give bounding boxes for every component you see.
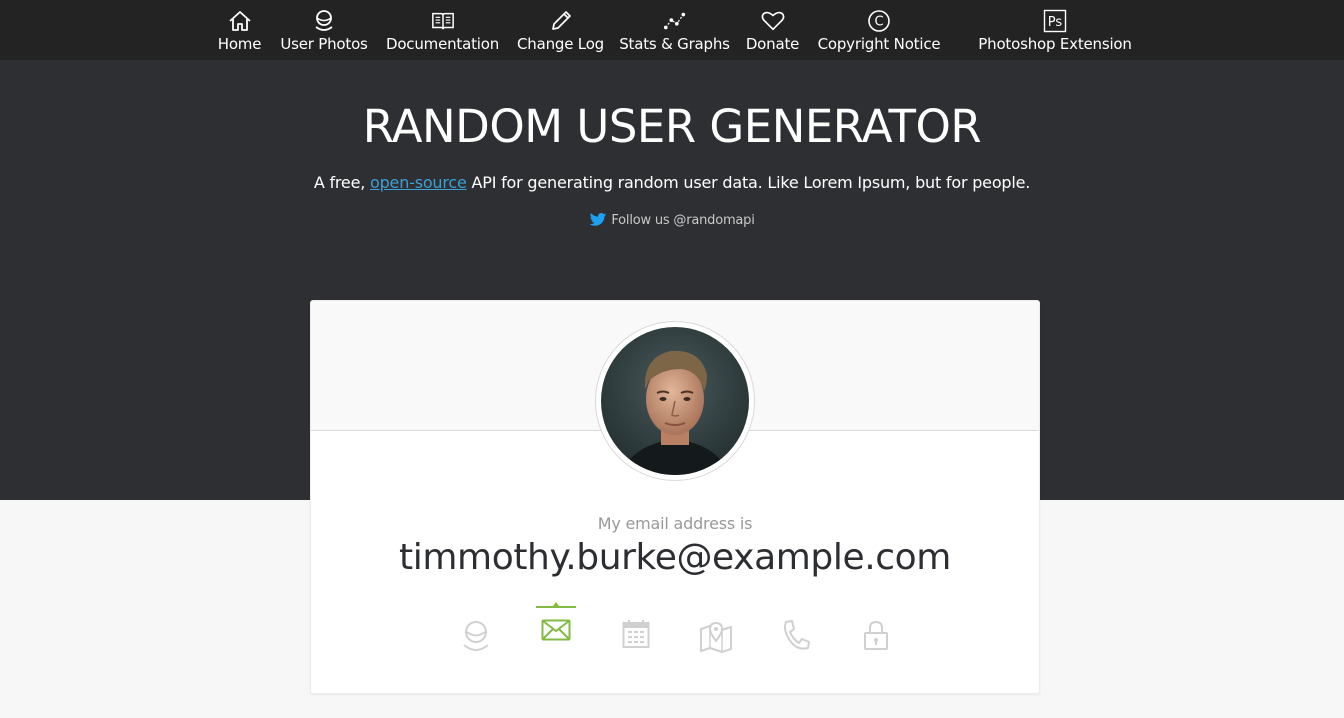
page-title: RANDOM USER GENERATOR bbox=[362, 100, 982, 153]
photoshop-icon: Ps bbox=[1043, 9, 1067, 33]
map-icon bbox=[700, 621, 732, 653]
user-card: My email address is timmothy.burke@examp… bbox=[310, 300, 1040, 694]
tab-password[interactable] bbox=[856, 606, 896, 656]
info-label: My email address is bbox=[597, 514, 753, 533]
nav-item-documentation[interactable]: Documentation bbox=[385, 0, 500, 60]
nav-item-home[interactable]: Home bbox=[218, 0, 261, 60]
phone-icon bbox=[784, 620, 810, 650]
home-icon bbox=[228, 9, 252, 33]
avatar bbox=[595, 321, 755, 481]
nav-item-stats-graphs[interactable]: Stats & Graphs bbox=[619, 0, 730, 60]
calendar-icon bbox=[622, 620, 650, 648]
user-icon bbox=[463, 621, 489, 651]
tab-email[interactable] bbox=[536, 602, 576, 656]
nav-label-stats-graphs: Stats & Graphs bbox=[619, 35, 730, 53]
nav-label-user-photos: User Photos bbox=[280, 35, 368, 53]
nav-label-home: Home bbox=[217, 35, 262, 53]
envelope-icon bbox=[541, 619, 571, 641]
svg-text:Ps: Ps bbox=[1048, 15, 1063, 30]
subtitle-suffix: API for generating random user data. Lik… bbox=[466, 173, 1031, 192]
nav-label-photoshop-extension: Photoshop Extension bbox=[978, 35, 1132, 53]
info-tabs bbox=[311, 602, 1039, 666]
avatar-photo bbox=[601, 327, 749, 475]
top-nav: Home User Photos Documentation Change Lo… bbox=[0, 0, 1344, 60]
twitter-follow-link[interactable]: Follow us @randomapi bbox=[0, 212, 1344, 228]
nav-label-donate: Donate bbox=[745, 35, 800, 53]
stats-graph-icon bbox=[663, 9, 687, 33]
nav-label-copyright-notice: Copyright Notice bbox=[817, 35, 941, 53]
nav-label-documentation: Documentation bbox=[385, 35, 500, 53]
nav-item-donate[interactable]: Donate bbox=[746, 0, 799, 60]
pencil-icon bbox=[549, 9, 573, 33]
tab-birthday[interactable] bbox=[616, 606, 656, 656]
twitter-bird-icon bbox=[589, 212, 607, 228]
subtitle-prefix: A free, bbox=[313, 173, 370, 192]
nav-item-change-log[interactable]: Change Log bbox=[517, 0, 604, 60]
tab-phone[interactable] bbox=[776, 606, 816, 656]
lock-icon bbox=[864, 620, 888, 650]
heart-icon bbox=[761, 9, 785, 33]
nav-label-change-log: Change Log bbox=[517, 35, 604, 53]
svg-text:C: C bbox=[874, 15, 883, 30]
copyright-icon: C bbox=[867, 9, 891, 33]
tab-address[interactable] bbox=[696, 606, 736, 656]
nav-item-user-photos[interactable]: User Photos bbox=[280, 0, 368, 60]
open-source-link[interactable]: open-source bbox=[370, 173, 467, 192]
nav-item-copyright-notice[interactable]: C Copyright Notice bbox=[817, 0, 941, 60]
user-photos-icon bbox=[312, 9, 336, 33]
book-icon bbox=[431, 9, 455, 33]
nav-item-photoshop-extension[interactable]: Ps Photoshop Extension bbox=[978, 0, 1132, 60]
follow-text: Follow us @randomapi bbox=[611, 212, 755, 228]
tab-name[interactable] bbox=[456, 606, 496, 656]
info-value: timmothy.burke@example.com bbox=[399, 537, 951, 578]
hero-subtitle: A free, open-source API for generating r… bbox=[0, 173, 1344, 192]
